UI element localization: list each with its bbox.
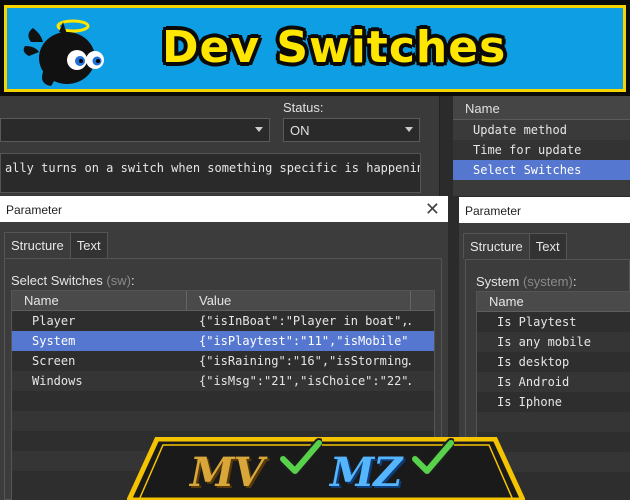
dialog-titlebar: Parameter ✕ [0,196,448,222]
list-item-selected[interactable]: Select Switches [453,160,630,180]
column-divider[interactable] [410,291,411,311]
row-name: Windows [32,374,83,388]
mz-label: MZ [330,449,402,496]
tab-bar: Structure Text [463,233,567,259]
description-field[interactable]: ally turns on a switch when something sp… [0,153,421,193]
column-divider[interactable] [186,291,187,311]
row-name: Player [32,314,76,328]
group-label: Select Switches (sw): [11,273,135,288]
mascot-logo-icon [23,19,104,86]
table-row[interactable]: Is any mobile [477,332,630,352]
group-label-colon: : [130,273,135,288]
banner-title: Dev Switches [162,22,507,73]
compatibility-badge: MV MZ [127,437,525,500]
group-label-hint: (sw) [106,273,131,288]
row-name: Is Android [497,375,570,389]
row-name: Is any mobile [497,335,591,349]
name-column-header[interactable]: Name [489,294,524,309]
chevron-down-icon [405,127,413,132]
list-item[interactable]: Time for update [453,140,630,160]
group-label: System (system): [476,274,576,289]
group-label-colon: : [572,274,577,289]
close-icon[interactable]: ✕ [425,199,440,220]
list-header: Name [477,292,630,312]
row-name: Is Playtest [497,315,577,329]
status-label: Status: [283,100,324,115]
row-name: Screen [32,354,76,368]
empty-row [477,412,630,432]
empty-row [12,391,434,411]
table-row[interactable]: Is Android [477,372,630,392]
status-dropdown[interactable]: ON [283,118,420,142]
plugin-editor-window: Status: ON ally turns on a switch when s… [0,96,440,196]
dialog-titlebar: Parameter [459,197,630,223]
tab-text[interactable]: Text [69,232,108,258]
tab-structure[interactable]: Structure [4,232,71,258]
checkmark-icon [412,438,454,476]
name-column-header[interactable]: Name [24,293,59,308]
status-value: ON [290,123,310,138]
banner-panel: Dev Switches [4,5,626,92]
table-row-selected[interactable]: System {"isPlaytest":"11","isMobile" [12,331,434,351]
group-label-hint: (system) [522,274,573,289]
mv-label: MV [190,449,264,496]
banner: Dev Switches [0,0,630,96]
row-value: {"isMsg":"21","isChoice":"22"… [199,374,411,388]
badge-frame [127,437,525,500]
table-row[interactable]: Is Iphone [477,392,630,412]
row-name: System [32,334,76,348]
group-label-text: System [476,274,520,289]
empty-row [12,411,434,431]
group-label-text: Select Switches [11,273,103,288]
value-column-header[interactable]: Value [199,293,231,308]
table-row[interactable]: Is Playtest [477,312,630,332]
row-value: {"isInBoat":"Player in boat",… [199,314,411,328]
tab-structure[interactable]: Structure [463,233,530,259]
plugin-select-dropdown[interactable] [0,118,270,142]
parameter-list-window: Name Update method Time for update Selec… [453,96,630,196]
row-value: {"isRaining":"16","isStorming… [199,354,411,368]
chevron-down-icon [255,127,263,132]
list-header: Name Value [12,291,434,311]
dialog-title: Parameter [6,203,63,217]
row-value: {"isPlaytest":"11","isMobile" [199,334,409,348]
checkmark-icon [280,438,322,476]
row-name: Is Iphone [497,395,563,409]
list-item[interactable]: Update method [453,120,630,140]
table-row[interactable]: Windows {"isMsg":"21","isChoice":"22"… [12,371,434,391]
tab-bar: Structure Text [4,232,108,258]
tab-text[interactable]: Text [528,233,567,259]
name-column-header[interactable]: Name [453,96,630,120]
table-row[interactable]: Player {"isInBoat":"Player in boat",… [12,311,434,331]
table-row[interactable]: Screen {"isRaining":"16","isStorming… [12,351,434,371]
table-row[interactable]: Is desktop [477,352,630,372]
dialog-title: Parameter [465,204,522,218]
row-name: Is desktop [497,355,570,369]
